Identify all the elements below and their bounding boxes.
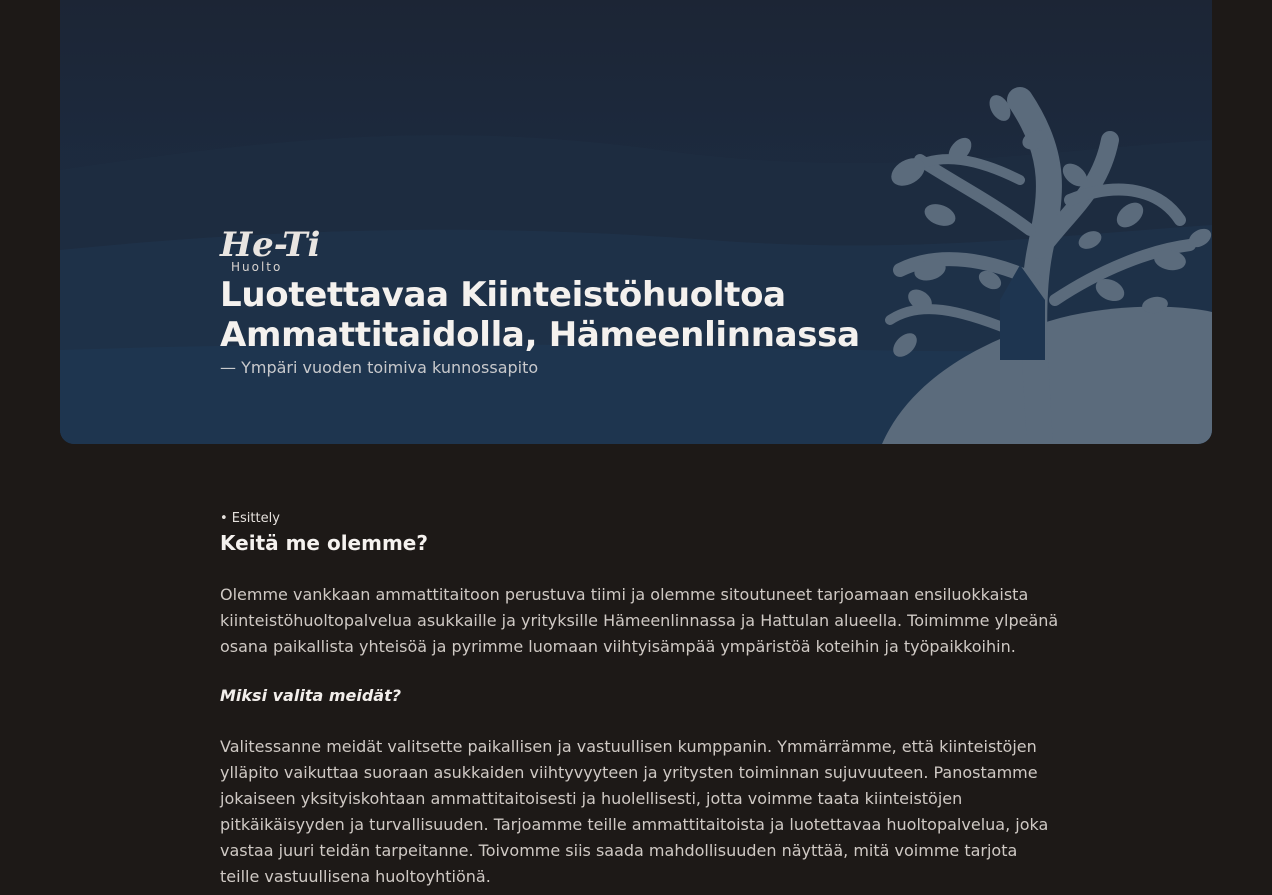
why-us-paragraph: Valitessanne meidät valitsette paikallis… <box>220 737 1049 886</box>
intro-section: • Esittely Keitä me olemme? Olemme vankk… <box>220 508 1060 886</box>
section-eyebrow: • Esittely <box>220 511 280 526</box>
section-heading: Keitä me olemme? <box>220 531 428 555</box>
intro-paragraph: Olemme vankkaan ammattitaitoon perustuva… <box>220 585 1059 656</box>
tree-house-icon <box>882 87 1212 444</box>
brand-logo[interactable]: He-Ti Huolto <box>220 226 340 274</box>
page-title-line-1: Luotettavaa Kiinteistöhuoltoa <box>220 275 786 315</box>
why-us-heading: Miksi valita meidät? <box>220 686 402 705</box>
hero-banner: He-Ti Huolto Luotettavaa Kiinteistöhuolt… <box>60 0 1212 444</box>
page-title-line-2: Ammattitaidolla, Hämeenlinnassa <box>220 315 860 355</box>
logo-wordmark: He-Ti <box>220 225 321 265</box>
hero-subtitle: — Ympäri vuoden toimiva kunnossapito <box>220 358 539 377</box>
page-title: Luotettavaa Kiinteistöhuoltoa Ammattitai… <box>220 275 980 355</box>
